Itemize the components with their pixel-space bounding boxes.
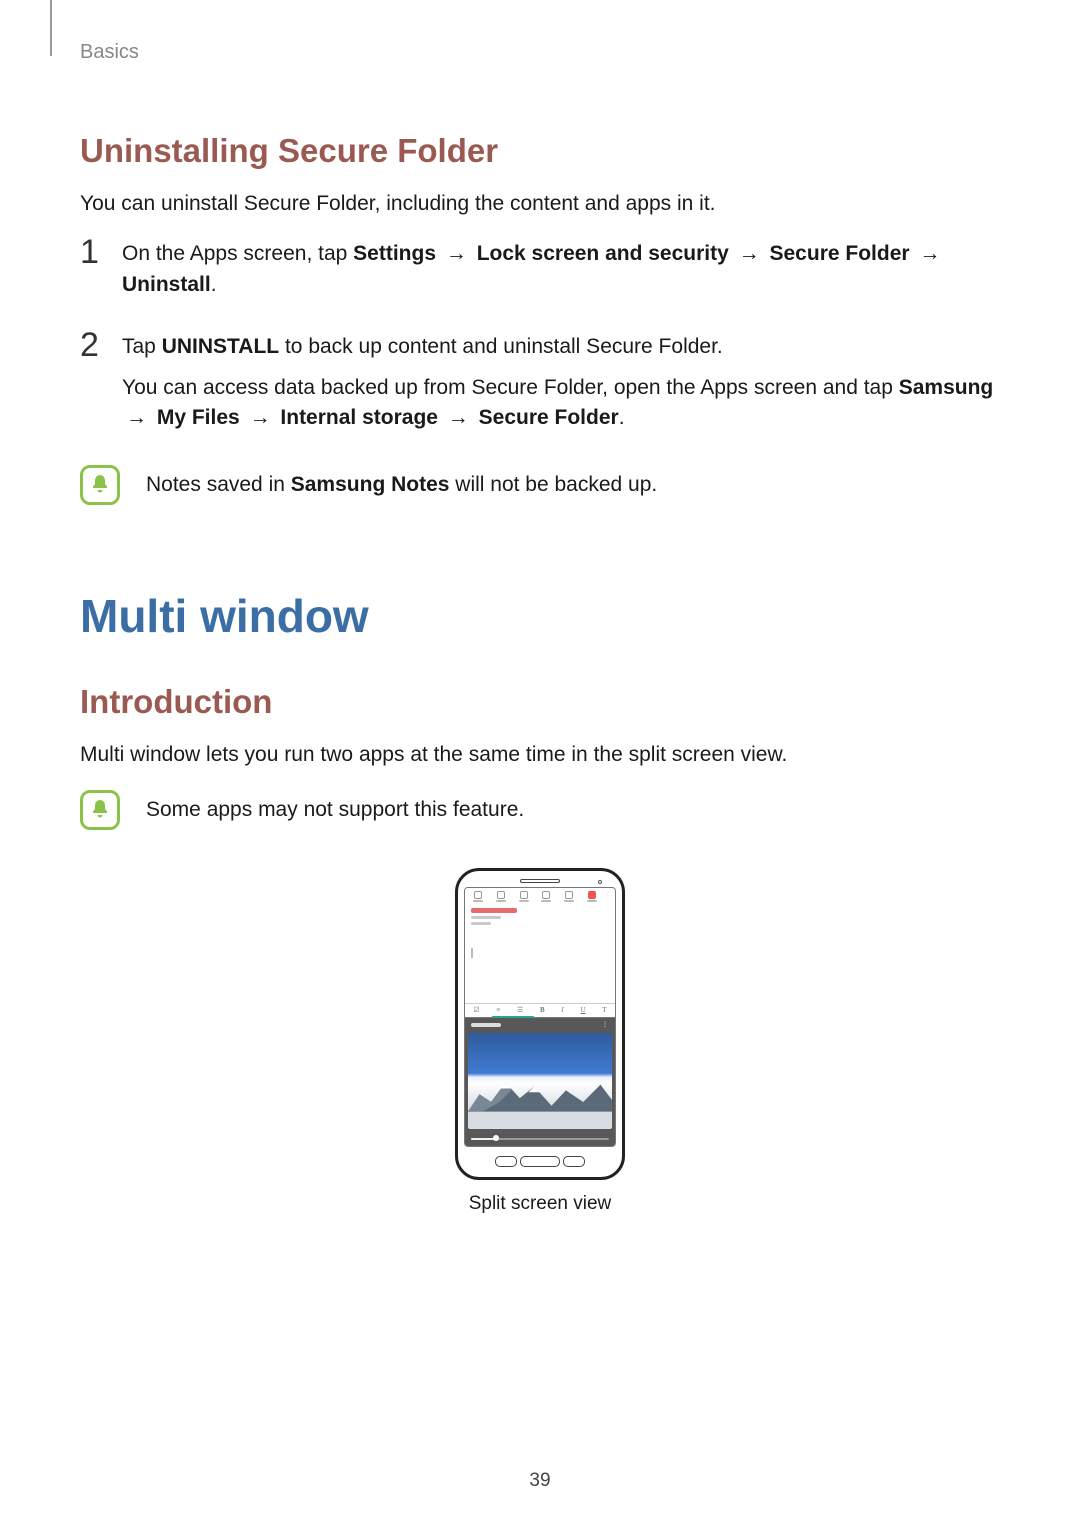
underline-icon: U [580,1005,585,1015]
steps-list: 1 On the Apps screen, tap Settings → Loc… [80,239,1000,443]
back-button [563,1156,585,1167]
arrow-icon: → [246,406,275,429]
note-title-placeholder [471,908,517,913]
step-body: On the Apps screen, tap Settings → Lock … [122,239,1000,310]
step-number: 1 [80,235,108,306]
step-body: Tap UNINSTALL to back up content and uni… [122,332,1000,443]
italic-icon: I [561,1005,563,1015]
path-samsung: Samsung [899,376,994,399]
checkbox-icon: ☑ [473,1005,479,1015]
toolbar-item [537,891,556,902]
figure: ⋮ ☑ ≡ ☰ B I U T [80,868,1000,1218]
more-icon: ⋮ [605,891,611,902]
recents-button [495,1156,517,1167]
toolbar-item [560,891,579,902]
path-myfiles: My Files [157,406,240,429]
document-page: Basics Uninstalling Secure Folder You ca… [0,0,1080,1527]
text-cursor [471,948,473,958]
numbered-list-icon: ☰ [517,1005,523,1015]
arrow-icon: → [735,242,764,265]
step-2: 2 Tap UNINSTALL to back up content and u… [80,332,1000,443]
toolbar-record [582,891,601,902]
text: will not be backed up. [449,473,657,496]
seek-bar [471,1132,609,1144]
text: . [211,273,217,296]
bell-icon [80,465,120,505]
arrow-icon: → [442,242,471,265]
home-button [520,1156,560,1167]
path-secure-folder: Secure Folder [479,406,619,429]
heading-uninstalling: Uninstalling Secure Folder [80,127,1000,175]
note-line [471,922,491,925]
path-uninstall: Uninstall [122,273,211,296]
more-icon: ⋮ [602,1021,609,1030]
mountain-graphic [468,1073,612,1112]
heading-introduction: Introduction [80,678,1000,726]
text: Notes saved in [146,473,291,496]
multiwindow-intro: Multi window lets you run two apps at th… [80,740,1000,770]
camera-dot [598,880,602,884]
toolbar-item [469,891,488,902]
figure-caption: Split screen view [469,1190,612,1218]
gallery-header: ⋮ [465,1018,615,1032]
text: Tap [122,335,162,358]
arrow-icon: → [444,406,473,429]
format-row: ☑ ≡ ☰ B I U T [465,1003,615,1017]
step-number: 2 [80,328,108,439]
note-text: Some apps may not support this feature. [146,795,524,825]
path-settings: Settings [353,242,436,265]
arrow-icon: → [122,406,151,429]
path-secure-folder: Secure Folder [770,242,910,265]
text: You can access data backed up from Secur… [122,376,899,399]
uninstall-button-label: UNINSTALL [162,335,279,358]
text: . [619,406,625,429]
margin-rule [50,0,52,56]
toolbar-item [492,891,511,902]
text: to back up content and uninstall Secure … [279,335,723,358]
running-header: Basics [80,38,1000,67]
note-text: Notes saved in Samsung Notes will not be… [146,470,657,500]
toolbar-item [514,891,533,902]
text: On the Apps screen, tap [122,242,353,265]
bottom-app-pane: ⋮ [465,1018,615,1147]
text-color-icon: T [602,1005,606,1015]
speaker [520,879,560,883]
bell-icon [80,790,120,830]
phone-illustration: ⋮ ☑ ≡ ☰ B I U T [455,868,625,1180]
note-block: Notes saved in Samsung Notes will not be… [80,465,1000,505]
path-internal-storage: Internal storage [280,406,438,429]
uninstall-intro: You can uninstall Secure Folder, includi… [80,189,1000,219]
list-icon: ≡ [496,1005,500,1015]
top-app-pane: ⋮ ☑ ≡ ☰ B I U T [465,888,615,1018]
note-block: Some apps may not support this feature. [80,790,1000,830]
step-1: 1 On the Apps screen, tap Settings → Loc… [80,239,1000,310]
page-number: 39 [0,1467,1080,1495]
photo-thumbnail [468,1033,612,1130]
heading-multiwindow: Multi window [80,583,1000,650]
path-lockscreen: Lock screen and security [477,242,729,265]
notes-toolbar: ⋮ [465,888,615,904]
gallery-title-placeholder [471,1023,501,1027]
arrow-icon: → [915,242,944,265]
samsung-notes: Samsung Notes [291,473,450,496]
note-line [471,916,501,919]
bold-icon: B [540,1005,545,1015]
phone-screen: ⋮ ☑ ≡ ☰ B I U T [464,887,616,1147]
hardware-buttons [464,1153,616,1169]
